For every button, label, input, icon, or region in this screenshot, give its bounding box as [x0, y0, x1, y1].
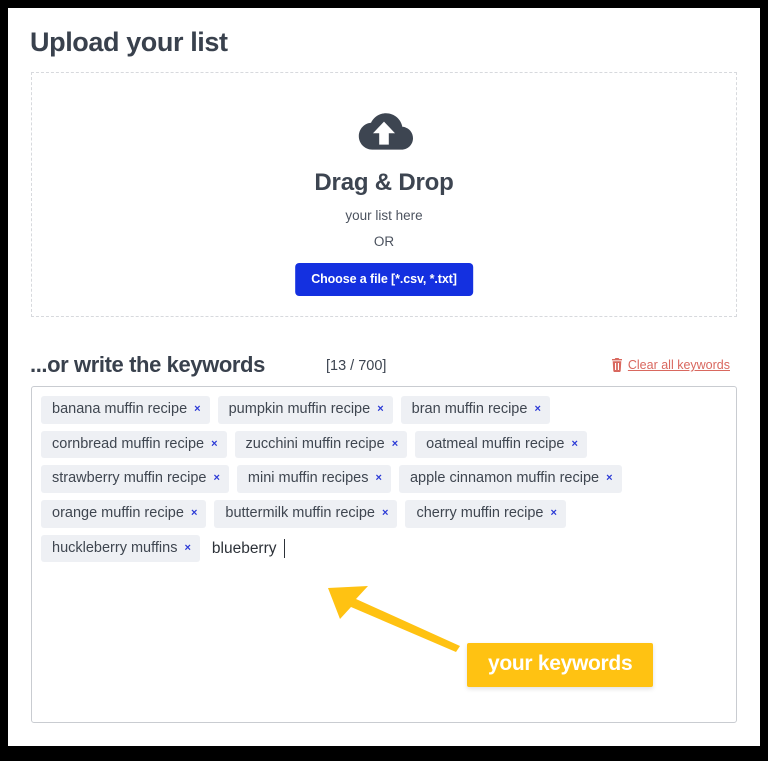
- choose-file-button[interactable]: Choose a file [*.csv, *.txt]: [295, 263, 473, 296]
- screenshot-frame: Upload your list Drag & Drop your list h…: [0, 0, 768, 761]
- keyword-input-value: blueberry: [211, 539, 277, 557]
- keyword-tag[interactable]: strawberry muffin recipe ×: [41, 465, 229, 494]
- keywords-counter: [13 / 700]: [326, 358, 387, 374]
- keyword-tag-label: apple cinnamon muffin recipe: [409, 470, 600, 487]
- keyword-tag[interactable]: orange muffin recipe ×: [41, 500, 207, 528]
- keyword-tag-list: banana muffin recipe × pumpkin muffin rec…: [41, 396, 728, 563]
- remove-keyword-icon[interactable]: ×: [211, 438, 217, 450]
- keywords-heading: ...or write the keywords: [30, 352, 265, 377]
- keyword-tag-label: oatmeal muffin recipe: [426, 435, 565, 452]
- remove-keyword-icon[interactable]: ×: [184, 542, 190, 554]
- remove-keyword-icon[interactable]: ×: [606, 473, 612, 484]
- keyword-tag[interactable]: cherry muffin recipe ×: [405, 500, 566, 528]
- trash-icon: [611, 358, 623, 372]
- page-container: Upload your list Drag & Drop your list h…: [8, 8, 760, 746]
- keyword-tag[interactable]: banana muffin recipe ×: [41, 396, 210, 424]
- clear-all-keywords-link[interactable]: Clear all keywords: [611, 358, 730, 372]
- remove-keyword-icon[interactable]: ×: [534, 403, 540, 415]
- keyword-tag[interactable]: zucchini muffin recipe ×: [234, 430, 408, 459]
- keyword-tag[interactable]: buttermilk muffin recipe ×: [214, 500, 398, 528]
- remove-keyword-icon[interactable]: ×: [213, 473, 219, 484]
- keyword-tag[interactable]: cornbread muffin recipe ×: [41, 430, 227, 459]
- remove-keyword-icon[interactable]: ×: [377, 403, 383, 415]
- keyword-tag-label: banana muffin recipe: [52, 401, 188, 417]
- keyword-tag-label: mini muffin recipes: [247, 470, 369, 487]
- keyword-tag[interactable]: oatmeal muffin recipe ×: [415, 430, 587, 459]
- annotation-badge: your keywords: [467, 643, 654, 687]
- keyword-tag[interactable]: mini muffin recipes ×: [236, 465, 391, 494]
- keyword-tag-label: buttermilk muffin recipe: [225, 505, 375, 522]
- remove-keyword-icon[interactable]: ×: [392, 438, 398, 450]
- keyword-tag-label: huckleberry muffins: [52, 539, 178, 556]
- dropzone-subtext: your list here: [345, 208, 423, 223]
- clear-all-keywords-label: Clear all keywords: [627, 358, 730, 372]
- keyword-tag-label: zucchini muffin recipe: [245, 435, 385, 452]
- keyword-tag-label: orange muffin recipe: [52, 505, 184, 522]
- dropzone-heading: Drag & Drop: [314, 169, 454, 196]
- keyword-tag[interactable]: pumpkin muffin recipe ×: [217, 396, 393, 424]
- keyword-tag-label: strawberry muffin recipe: [52, 470, 207, 487]
- keyword-tag[interactable]: huckleberry muffins ×: [41, 534, 200, 563]
- text-caret: [283, 539, 285, 559]
- keyword-tag-label: cornbread muffin recipe: [52, 435, 205, 452]
- cloud-upload-icon: [32, 107, 736, 159]
- remove-keyword-icon[interactable]: ×: [194, 403, 200, 415]
- dropzone-or-label: OR: [373, 234, 395, 249]
- keyword-tag-label: pumpkin muffin recipe: [228, 401, 371, 417]
- keyword-tag[interactable]: apple cinnamon muffin recipe ×: [398, 465, 622, 494]
- page-title: Upload your list: [30, 27, 228, 57]
- remove-keyword-icon[interactable]: ×: [551, 507, 557, 519]
- file-dropzone[interactable]: Drag & Drop your list here OR Choose a f…: [31, 72, 737, 317]
- keyword-text-input[interactable]: blueberry: [208, 536, 285, 561]
- keyword-tag[interactable]: bran muffin recipe ×: [400, 396, 550, 424]
- remove-keyword-icon[interactable]: ×: [376, 473, 382, 484]
- keyword-tag-label: cherry muffin recipe: [416, 505, 544, 522]
- remove-keyword-icon[interactable]: ×: [191, 507, 197, 519]
- keyword-tag-label: bran muffin recipe: [411, 401, 528, 417]
- remove-keyword-icon[interactable]: ×: [382, 507, 388, 519]
- remove-keyword-icon[interactable]: ×: [571, 438, 577, 450]
